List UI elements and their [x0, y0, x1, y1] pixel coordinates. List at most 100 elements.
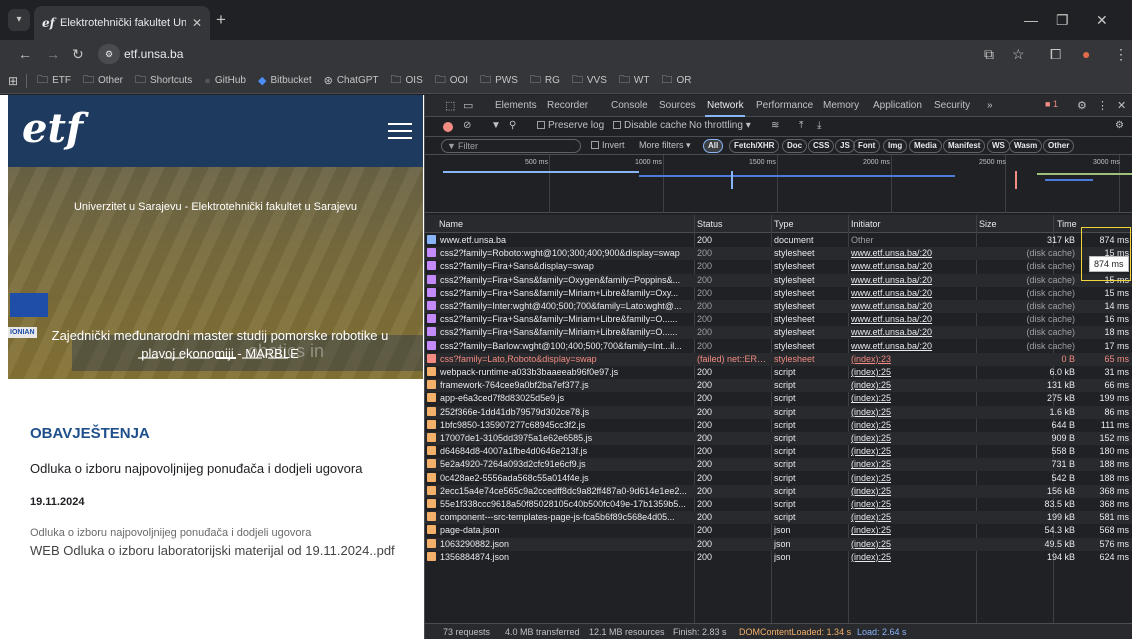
column-size[interactable]: Size: [979, 219, 997, 229]
tab-application[interactable]: Application: [873, 100, 922, 111]
request-row[interactable]: css2?family=Inter:wght@400;500;700&famil…: [425, 300, 1132, 313]
request-row[interactable]: css?family=Lato,Roboto&display=swap (fail…: [425, 352, 1132, 366]
request-name-cell[interactable]: css2?family=Fira+Sans&family=Miriam+Libr…: [427, 314, 697, 324]
tab-sources[interactable]: Sources: [659, 100, 696, 111]
bookmark-star-icon[interactable]: ☆: [1012, 44, 1025, 64]
request-initiator[interactable]: www.etf.unsa.ba/:20: [851, 301, 979, 311]
chip-manifest[interactable]: Manifest: [943, 139, 986, 153]
request-row[interactable]: css2?family=Fira+Sans&family=Oxygen&fami…: [425, 273, 1132, 287]
site-info-icon[interactable]: ⚙: [98, 44, 120, 64]
chip-img[interactable]: Img: [883, 139, 908, 153]
request-name-cell[interactable]: 5e2a4920-7264a093d2cfc91e6cf9.js: [427, 459, 697, 469]
request-initiator[interactable]: (index):25: [851, 420, 979, 430]
chip-js[interactable]: JS: [835, 139, 855, 153]
news-file-link[interactable]: WEB Odluka o izboru laboratorijski mater…: [30, 543, 400, 558]
inspect-element-icon[interactable]: ⬚: [445, 99, 455, 112]
clear-icon[interactable]: ⊘: [463, 120, 471, 131]
bookmark-other[interactable]: 🗀 Other: [83, 71, 123, 90]
carousel-dot[interactable]: [268, 357, 288, 359]
bookmark-ois[interactable]: 🗀 OIS: [391, 71, 423, 90]
install-app-icon[interactable]: ⧉: [984, 44, 994, 64]
request-name-cell[interactable]: 2ecc15a4e74ce565c9a2ccedff8dc9a82ff487a0…: [427, 485, 697, 496]
extensions-icon[interactable]: ⧠: [1050, 44, 1061, 64]
bookmark-etf[interactable]: 🗀 ETF: [37, 71, 71, 90]
request-initiator[interactable]: www.etf.unsa.ba/:20: [851, 275, 979, 285]
request-name-cell[interactable]: webpack-runtime-a033b3baaeeab96f0e97.js: [427, 367, 697, 377]
request-name-cell[interactable]: 1356884874.json: [427, 551, 697, 562]
request-initiator[interactable]: (index):25: [851, 393, 979, 403]
request-row[interactable]: css2?family=Barlow:wght@100;400;500;700&…: [425, 340, 1132, 353]
request-initiator[interactable]: www.etf.unsa.ba/:20: [851, 341, 979, 351]
tab-elements[interactable]: Elements: [495, 100, 537, 111]
chip-ws[interactable]: WS: [987, 139, 1010, 153]
request-name-cell[interactable]: page-data.json: [427, 525, 697, 535]
request-row[interactable]: www.etf.unsa.ba 200 document Other 317 kB 874…: [425, 234, 1132, 247]
request-initiator[interactable]: (index):25: [851, 525, 979, 535]
devtools-close-icon[interactable]: ✕: [1117, 99, 1126, 112]
request-name-cell[interactable]: 0c428ae2-5556ada568c55a014f4e.js: [427, 472, 697, 483]
request-name-cell[interactable]: css2?family=Barlow:wght@100;400;500;700&…: [427, 340, 697, 351]
request-initiator[interactable]: (index):25: [851, 433, 979, 443]
bookmark-rg[interactable]: 🗀 RG: [530, 71, 560, 90]
request-row[interactable]: css2?family=Fira+Sans&family=Miriam+Libr…: [425, 313, 1132, 326]
back-icon[interactable]: ←: [18, 44, 32, 64]
tab-search-icon[interactable]: ▾: [8, 9, 30, 31]
tab-close-icon[interactable]: ✕: [192, 16, 202, 30]
more-filters-dropdown[interactable]: More filters ▾: [639, 140, 691, 151]
request-row[interactable]: css2?family=Fira+Sans&family=Miriam+Libr…: [425, 326, 1132, 340]
filter-funnel-icon[interactable]: ▼: [491, 120, 501, 131]
request-row[interactable]: 17007de1-3105dd3975a1e62e6585.js 200 scrip…: [425, 432, 1132, 445]
import-har-icon[interactable]: ⤒: [799, 120, 803, 131]
request-initiator[interactable]: (index):23: [851, 354, 979, 364]
request-row[interactable]: 5e2a4920-7264a093d2cfc91e6cf9.js 200 scrip…: [425, 458, 1132, 472]
bookmark-shortcuts[interactable]: 🗀 Shortcuts: [135, 71, 192, 90]
device-toolbar-icon[interactable]: ▭: [463, 99, 473, 112]
request-initiator[interactable]: (index):25: [851, 486, 979, 496]
request-row[interactable]: 1bfc9850-135907277c68945cc3f2.js 200 scrip…: [425, 419, 1132, 432]
column-initiator[interactable]: Initiator: [851, 219, 881, 229]
request-initiator[interactable]: (index):25: [851, 446, 979, 456]
carousel-dot[interactable]: [190, 357, 210, 359]
request-row[interactable]: app-e6a3ced7f8d83025d5e9.js 200 script (ind…: [425, 392, 1132, 405]
column-status[interactable]: Status: [697, 219, 723, 229]
request-initiator[interactable]: www.etf.unsa.ba/:20: [851, 261, 979, 271]
request-initiator[interactable]: (index):25: [851, 380, 979, 390]
request-initiator[interactable]: (index):25: [851, 552, 979, 562]
request-row[interactable]: 0c428ae2-5556ada568c55a014f4e.js 200 scrip…: [425, 472, 1132, 485]
column-type[interactable]: Type: [774, 219, 794, 229]
carousel-dot[interactable]: [138, 357, 158, 359]
error-badge[interactable]: ■ 1: [1045, 99, 1058, 109]
tab-security[interactable]: Security: [934, 100, 970, 111]
request-name-cell[interactable]: www.etf.unsa.ba: [427, 235, 697, 245]
hero-carousel[interactable]: Univerzitet u Sarajevu - Elektrotehnički…: [8, 167, 423, 379]
bookmark-bitbucket[interactable]: ◆ Bitbucket: [258, 74, 312, 87]
invert-checkbox[interactable]: Invert: [591, 140, 625, 150]
bookmark-vvs[interactable]: 🗀 VVS: [572, 71, 607, 90]
chip-doc[interactable]: Doc: [782, 139, 808, 153]
column-name[interactable]: Name: [439, 219, 463, 229]
more-tabs-icon[interactable]: »: [987, 100, 993, 111]
tab-recorder[interactable]: Recorder: [547, 100, 588, 111]
chip-wasm[interactable]: Wasm: [1009, 139, 1043, 153]
profile-avatar-icon[interactable]: ●: [1082, 44, 1090, 64]
chip-fetch-xhr[interactable]: Fetch/XHR: [729, 139, 780, 153]
bookmark-ooi[interactable]: 🗀 OOI: [435, 71, 468, 90]
request-initiator[interactable]: www.etf.unsa.ba/:20: [851, 288, 979, 298]
request-initiator[interactable]: (index):25: [851, 512, 979, 522]
request-row[interactable]: 1356884874.json 200 json (index):25 194 kB 62…: [425, 551, 1132, 564]
request-name-cell[interactable]: component---src-templates-page-js-fca5b6…: [427, 512, 697, 522]
request-initiator[interactable]: (index):25: [851, 539, 979, 549]
request-row[interactable]: 2ecc15a4e74ce565c9a2ccedff8dc9a82ff487a0…: [425, 484, 1132, 498]
request-row[interactable]: css2?family=Fira+Sans&family=Miriam+Libr…: [425, 287, 1132, 300]
request-initiator[interactable]: www.etf.unsa.ba/:20: [851, 314, 979, 324]
filter-input[interactable]: ▼ Filter: [441, 139, 581, 153]
chrome-menu-icon[interactable]: ⋮: [1114, 44, 1128, 64]
chip-all[interactable]: All: [703, 139, 724, 153]
request-initiator[interactable]: (index):25: [851, 407, 979, 417]
search-icon[interactable]: ⚲: [509, 120, 516, 131]
chip-css[interactable]: CSS: [808, 139, 835, 153]
network-overview[interactable]: 500 ms 1000 ms 1500 ms 2000 ms 2500 ms 3…: [425, 155, 1132, 213]
request-initiator[interactable]: www.etf.unsa.ba/:20: [851, 248, 979, 258]
tab-memory[interactable]: Memory: [823, 100, 859, 111]
request-row[interactable]: 55e1f338ccc9618a50f85028105c40b500fc049e…: [425, 498, 1132, 511]
